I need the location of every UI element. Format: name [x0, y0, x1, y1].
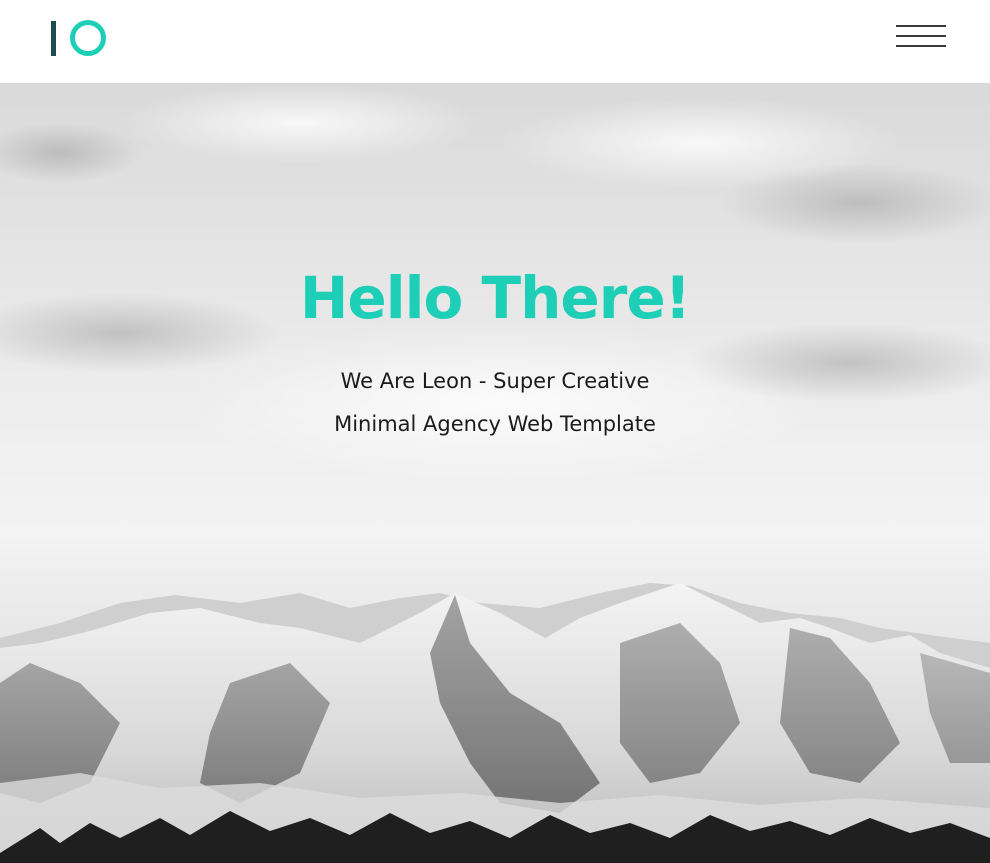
logo-ring-icon	[70, 20, 106, 56]
site-header	[0, 0, 990, 83]
hero-title: Hello There!	[299, 264, 691, 332]
hero-section: Hello There! We Are Leon - Super Creativ…	[0, 83, 990, 863]
menu-line	[896, 35, 946, 37]
hero-subtitle-line: We Are Leon - Super Creative	[340, 369, 650, 393]
menu-line	[896, 45, 946, 47]
menu-line	[896, 25, 946, 27]
mountains-background-image	[0, 83, 990, 863]
hero-subtitle: We Are Leon - Super Creative Minimal Age…	[0, 360, 990, 446]
hamburger-menu-icon[interactable]	[896, 25, 946, 53]
logo[interactable]	[50, 20, 106, 58]
hero-subtitle-line: Minimal Agency Web Template	[334, 412, 656, 436]
logo-bar-icon	[51, 21, 56, 56]
